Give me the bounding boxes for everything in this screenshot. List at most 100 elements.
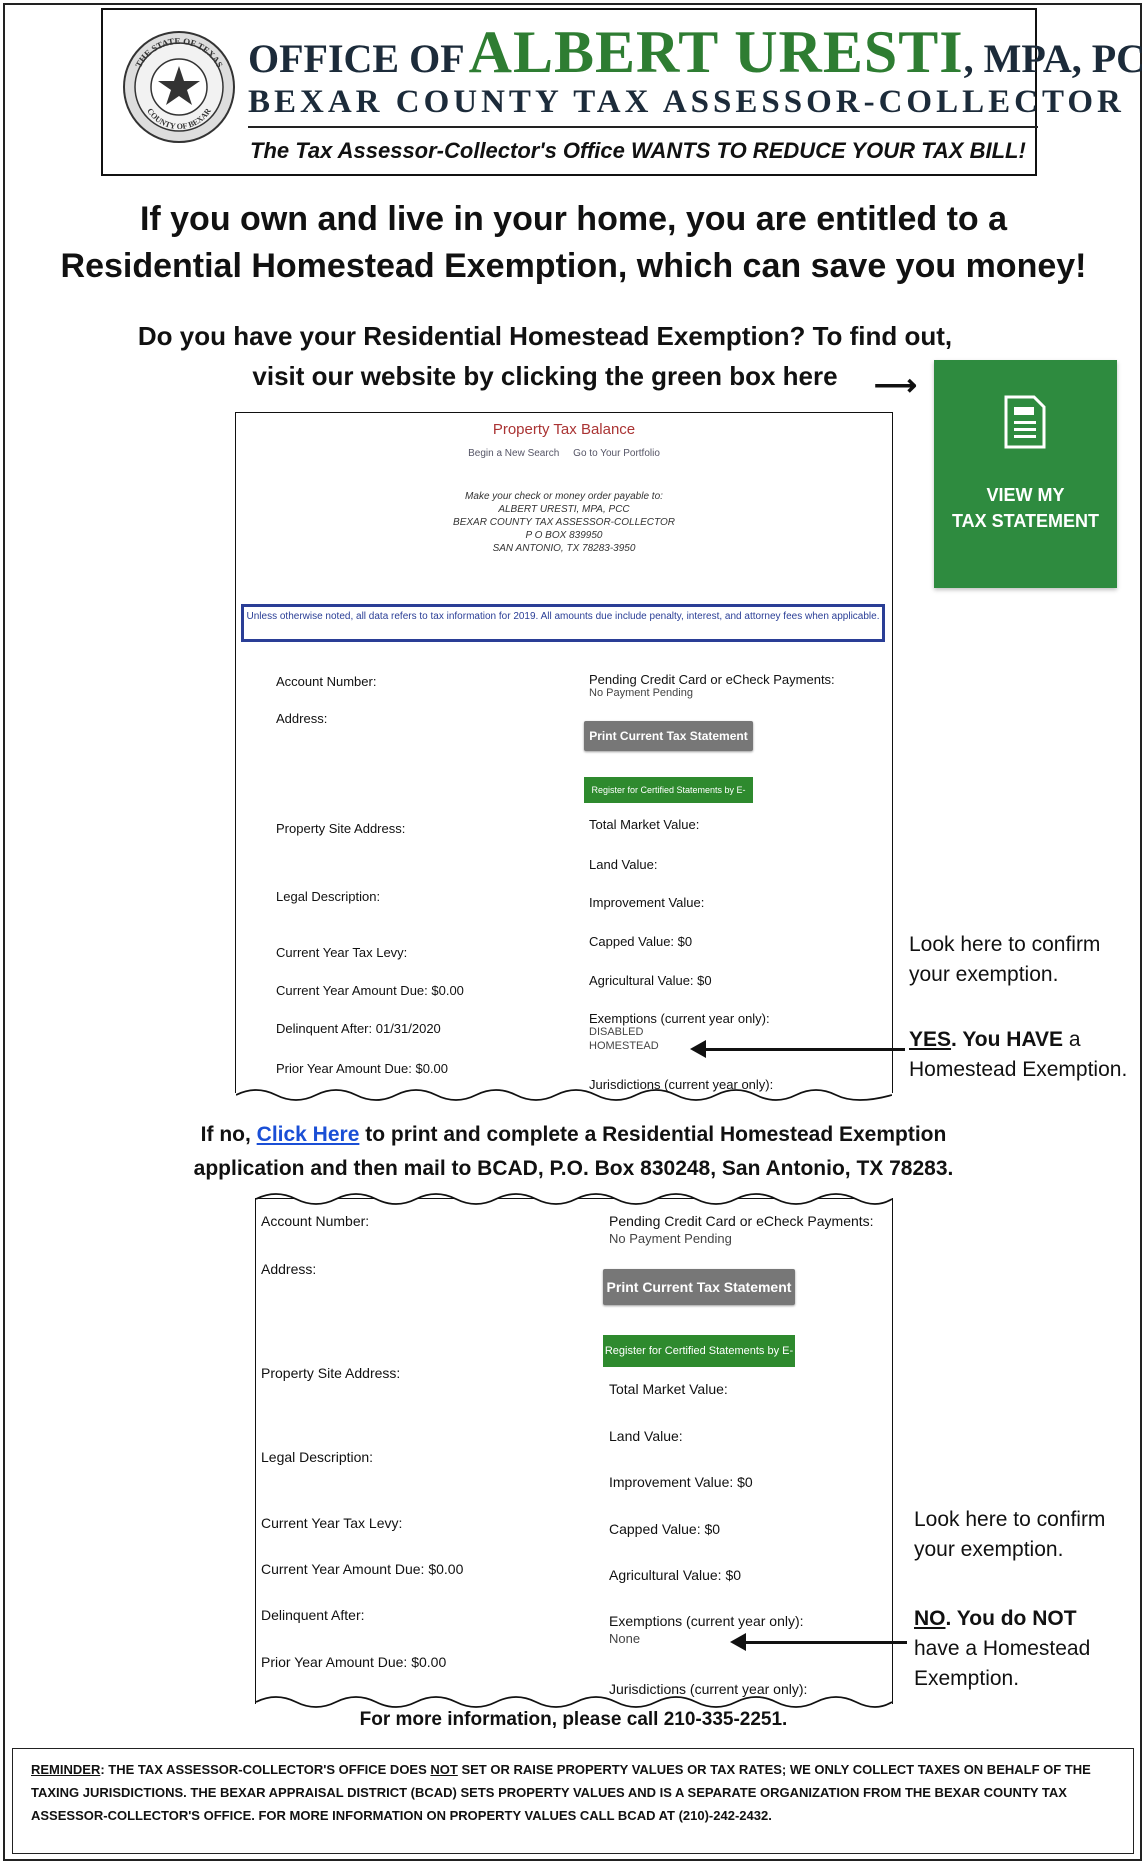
capped-value-label: Capped Value: $0 [609, 1521, 721, 1537]
print-tax-statement-button[interactable]: Print Current Tax Statement [584, 721, 753, 751]
tax-year-notice: Unless otherwise noted, all data refers … [241, 604, 885, 642]
office-title: OFFICE OF ALBERT URESTI, MPA, PCC [248, 18, 1147, 87]
office-name: ALBERT URESTI [468, 19, 964, 85]
callout1-line-2: your exemption. [909, 963, 1059, 986]
reminder-label: REMINDER [31, 1762, 101, 1777]
header-divider [248, 126, 1038, 128]
legal-description-label: Legal Description: [276, 889, 381, 904]
if-no-rest: to print and complete a Residential Home… [359, 1123, 947, 1146]
no-text: NO [914, 1607, 946, 1630]
register-email-button[interactable]: Register for Certified Statements by E-M… [584, 777, 753, 821]
no-not-text: . You do NOT [945, 1607, 1077, 1630]
market-value-label: Total Market Value: [589, 817, 700, 832]
headline-line-2: Residential Homestead Exemption, which c… [60, 247, 1087, 285]
agricultural-value-label: Agricultural Value: $0 [609, 1567, 742, 1583]
payable-line-1: Make your check or money order payable t… [465, 491, 663, 502]
legal-description-label: Legal Description: [261, 1449, 374, 1465]
improvement-value-label: Improvement Value: $0 [609, 1474, 753, 1490]
payable-line-4: P O BOX 839950 [525, 530, 603, 541]
pending-payments-value: No Payment Pending [609, 1231, 732, 1246]
print-tax-statement-button[interactable]: Print Current Tax Statement [603, 1269, 795, 1305]
office-of-text: OFFICE OF [248, 36, 465, 81]
no-homestead-text: have a Homestead [914, 1637, 1091, 1660]
no-exemption-text: Exemption. [914, 1667, 1020, 1690]
payable-line-2: ALBERT URESTI, MPA, PCC [498, 504, 630, 515]
click-here-link[interactable]: Click Here [257, 1123, 360, 1146]
capped-value-label: Capped Value: $0 [589, 934, 693, 949]
if-no-instructions: If no, Click Here to print and complete … [40, 1118, 1107, 1186]
delinquent-label: Delinquent After: 01/31/2020 [276, 1021, 441, 1036]
county-seal-icon: THE STATE OF TEXAS COUNTY OF BEXAR [123, 31, 235, 143]
portfolio-link[interactable]: Go to Your Portfolio [573, 448, 660, 459]
document-icon [1004, 395, 1046, 449]
property-site-label: Property Site Address: [261, 1365, 401, 1381]
yes-a-text: a [1063, 1028, 1081, 1051]
market-value-label: Total Market Value: [609, 1381, 728, 1397]
headline-line-1: If you own and live in your home, you ar… [139, 200, 1008, 238]
prior-amount-label: Prior Year Amount Due: $0.00 [261, 1654, 447, 1670]
county-title: BEXAR COUNTY TAX ASSESSOR-COLLECTOR [248, 84, 1125, 120]
agricultural-value-label: Agricultural Value: $0 [589, 973, 712, 988]
arrow-line-yes [705, 1048, 905, 1051]
exemptions-label: Exemptions (current year only): [609, 1613, 804, 1629]
arrow-line-no [745, 1641, 907, 1644]
tagline: The Tax Assessor-Collector's Office WANT… [250, 138, 1026, 163]
yes-have-text: . You HAVE [951, 1028, 1064, 1051]
address-label: Address: [261, 1261, 317, 1277]
prior-amount-label: Prior Year Amount Due: $0.00 [276, 1061, 449, 1076]
torn-edge-top [256, 1189, 892, 1205]
callout2-line-2: your exemption. [914, 1538, 1064, 1561]
payable-line-5: SAN ANTONIO, TX 78283-3950 [492, 543, 636, 554]
amount-due-label: Current Year Amount Due: $0.00 [276, 983, 464, 998]
arrow-left-icon [730, 1633, 746, 1651]
land-value-label: Land Value: [609, 1428, 683, 1444]
green-box-line-2: TAX STATEMENT [952, 511, 1099, 531]
search-links: Begin a New Search Go to Your Portfolio [236, 448, 892, 459]
callout2-line-1: Look here to confirm [914, 1508, 1106, 1531]
pending-payments-label: Pending Credit Card or eCheck Payments: [589, 672, 835, 687]
tax-levy-label: Current Year Tax Levy: [276, 945, 408, 960]
arrow-left-icon [690, 1040, 706, 1058]
address-label: Address: [276, 711, 328, 726]
pending-payments-label: Pending Credit Card or eCheck Payments: [609, 1213, 874, 1229]
amount-due-label: Current Year Amount Due: $0.00 [261, 1561, 464, 1577]
if-no-line-2: application and then mail to BCAD, P.O. … [193, 1157, 954, 1180]
tax-balance-screenshot-yes: Property Tax Balance Begin a New Search … [235, 412, 893, 1105]
headline: If you own and live in your home, you ar… [20, 196, 1127, 290]
callout-look-here-1: Look here to confirm your exemption. [909, 930, 1100, 990]
account-number-label: Account Number: [276, 674, 377, 689]
exemption-homestead: HOMESTEAD [589, 1040, 659, 1052]
exemption-none: None [609, 1631, 641, 1646]
callout-no: NO. You do NOT have a Homestead Exemptio… [914, 1604, 1090, 1694]
arrow-right-icon: ⟶ [874, 369, 918, 402]
delinquent-label: Delinquent After: [261, 1607, 365, 1623]
property-site-label: Property Site Address: [276, 821, 406, 836]
exemptions-label: Exemptions (current year only): [589, 1011, 770, 1026]
tax-levy-label: Current Year Tax Levy: [261, 1515, 403, 1531]
register-email-button[interactable]: Register for Certified Statements by E-M… [603, 1335, 795, 1389]
view-tax-statement-button[interactable]: VIEW MY TAX STATEMENT [934, 360, 1117, 588]
office-suffix: , MPA, PCC [963, 36, 1147, 81]
callout-yes: YES. You HAVE a Homestead Exemption. [909, 1025, 1127, 1085]
yes-text: YES [909, 1028, 952, 1051]
land-value-label: Land Value: [589, 857, 658, 872]
payable-line-3: BEXAR COUNTY TAX ASSESSOR-COLLECTOR [453, 517, 675, 528]
pending-payments-value: No Payment Pending [589, 687, 693, 699]
payable-address: Make your check or money order payable t… [236, 490, 892, 555]
account-number-label: Account Number: [261, 1213, 370, 1229]
question-line-1: Do you have your Residential Homestead E… [137, 321, 953, 351]
view-tax-statement-label: VIEW MY TAX STATEMENT [934, 482, 1117, 534]
reminder-part-1: : THE TAX ASSESSOR-COLLECTOR'S OFFICE DO… [100, 1762, 431, 1777]
question-line-2-text: visit our website by clicking the green … [252, 361, 838, 391]
green-box-line-1: VIEW MY [986, 485, 1065, 505]
property-tax-balance-title: Property Tax Balance [492, 421, 636, 438]
torn-edge [236, 1089, 892, 1105]
improvement-value-label: Improvement Value: [589, 895, 705, 910]
callout-look-here-2: Look here to confirm your exemption. [914, 1505, 1105, 1565]
begin-search-link[interactable]: Begin a New Search [468, 448, 559, 459]
reminder-not: NOT [430, 1762, 458, 1777]
yes-homestead-text: Homestead Exemption. [909, 1058, 1128, 1081]
tax-balance-screenshot-no: Account Number: Address: Property Site A… [255, 1189, 893, 1712]
if-no-prefix: If no, [200, 1123, 257, 1146]
exemption-disabled: DISABLED [589, 1026, 644, 1038]
